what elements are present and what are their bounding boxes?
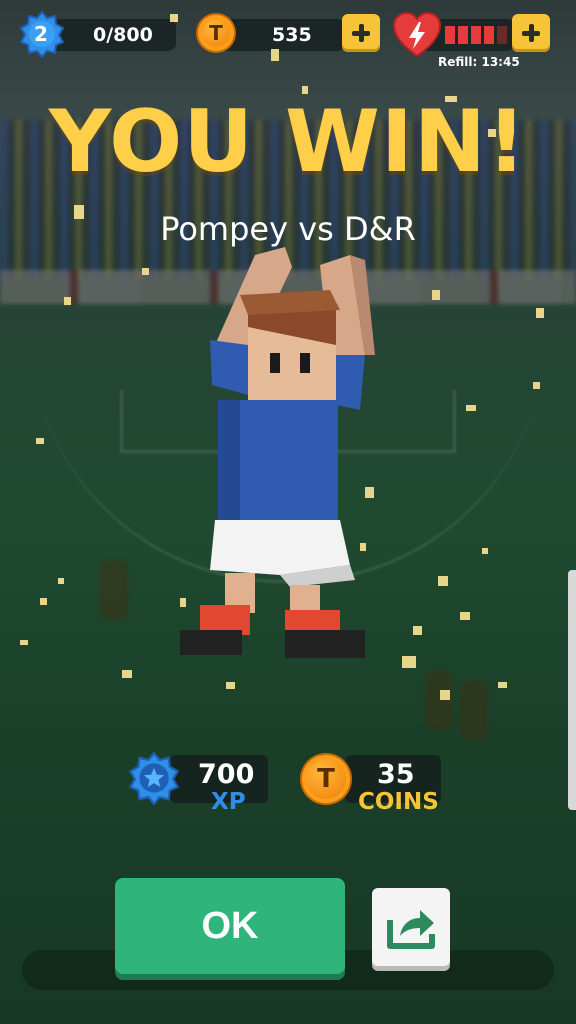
share-button[interactable] [372, 888, 450, 966]
background-player [425, 670, 453, 730]
confetti-piece [365, 487, 374, 498]
coin-icon: T [198, 15, 234, 51]
confetti-piece [482, 548, 488, 554]
xp-reward-label: XP [211, 789, 246, 815]
energy-bar-segment [458, 26, 468, 44]
confetti-piece [432, 290, 440, 300]
confetti-piece [74, 205, 84, 219]
xp-reward-amount: 700 [198, 759, 255, 790]
confetti-piece [180, 598, 186, 607]
confetti-piece [445, 96, 457, 102]
confetti-piece [302, 86, 308, 94]
confetti-piece [170, 14, 178, 22]
ok-button[interactable]: OK [115, 878, 345, 974]
refill-timer: Refill: 13:45 [438, 55, 520, 69]
energy-bar-segment [445, 26, 455, 44]
energy-bar-segment [497, 26, 507, 44]
add-coins-button[interactable] [342, 14, 380, 52]
energy-bar [445, 26, 507, 44]
confetti-piece [64, 297, 71, 305]
share-icon [387, 910, 435, 949]
confetti-piece [440, 690, 450, 700]
coins-reward-amount: 35 [377, 759, 415, 790]
coin-balance: 535 [272, 24, 312, 46]
energy-bar-segment [484, 26, 494, 44]
confetti-piece [438, 576, 448, 586]
coins-reward-label: COINS [358, 789, 439, 815]
confetti-piece [142, 268, 149, 275]
heart-lightning-icon [392, 12, 442, 58]
celebrating-player [180, 247, 375, 658]
confetti-piece [226, 682, 235, 689]
energy-bar-segment [471, 26, 481, 44]
confetti-piece [536, 308, 544, 318]
confetti-piece [40, 598, 47, 605]
level-number: 2 [34, 22, 48, 46]
xp-star-badge-icon [128, 751, 180, 805]
confetti-piece [466, 405, 476, 411]
result-title: YOU WIN! [48, 92, 528, 192]
confetti-piece [498, 682, 507, 688]
confetti-piece [58, 578, 64, 584]
coin-icon-symbol: T [209, 21, 223, 45]
confetti-piece [20, 640, 28, 645]
confetti-piece [533, 382, 540, 389]
confetti-piece [488, 129, 496, 137]
confetti-piece [402, 656, 416, 668]
coin-icon: T [302, 755, 350, 803]
confetti-piece [413, 626, 422, 635]
coin-icon-symbol: T [317, 764, 335, 794]
confetti-piece [360, 543, 366, 551]
side-scroll-handle[interactable] [568, 570, 576, 810]
background-player [460, 680, 488, 740]
confetti-piece [460, 612, 470, 620]
confetti-piece [122, 670, 132, 678]
xp-progress-text: 0/800 [93, 24, 153, 46]
confetti-piece [36, 438, 44, 444]
confetti-piece [271, 49, 279, 61]
background-player [100, 560, 128, 620]
add-energy-button[interactable] [512, 14, 550, 52]
